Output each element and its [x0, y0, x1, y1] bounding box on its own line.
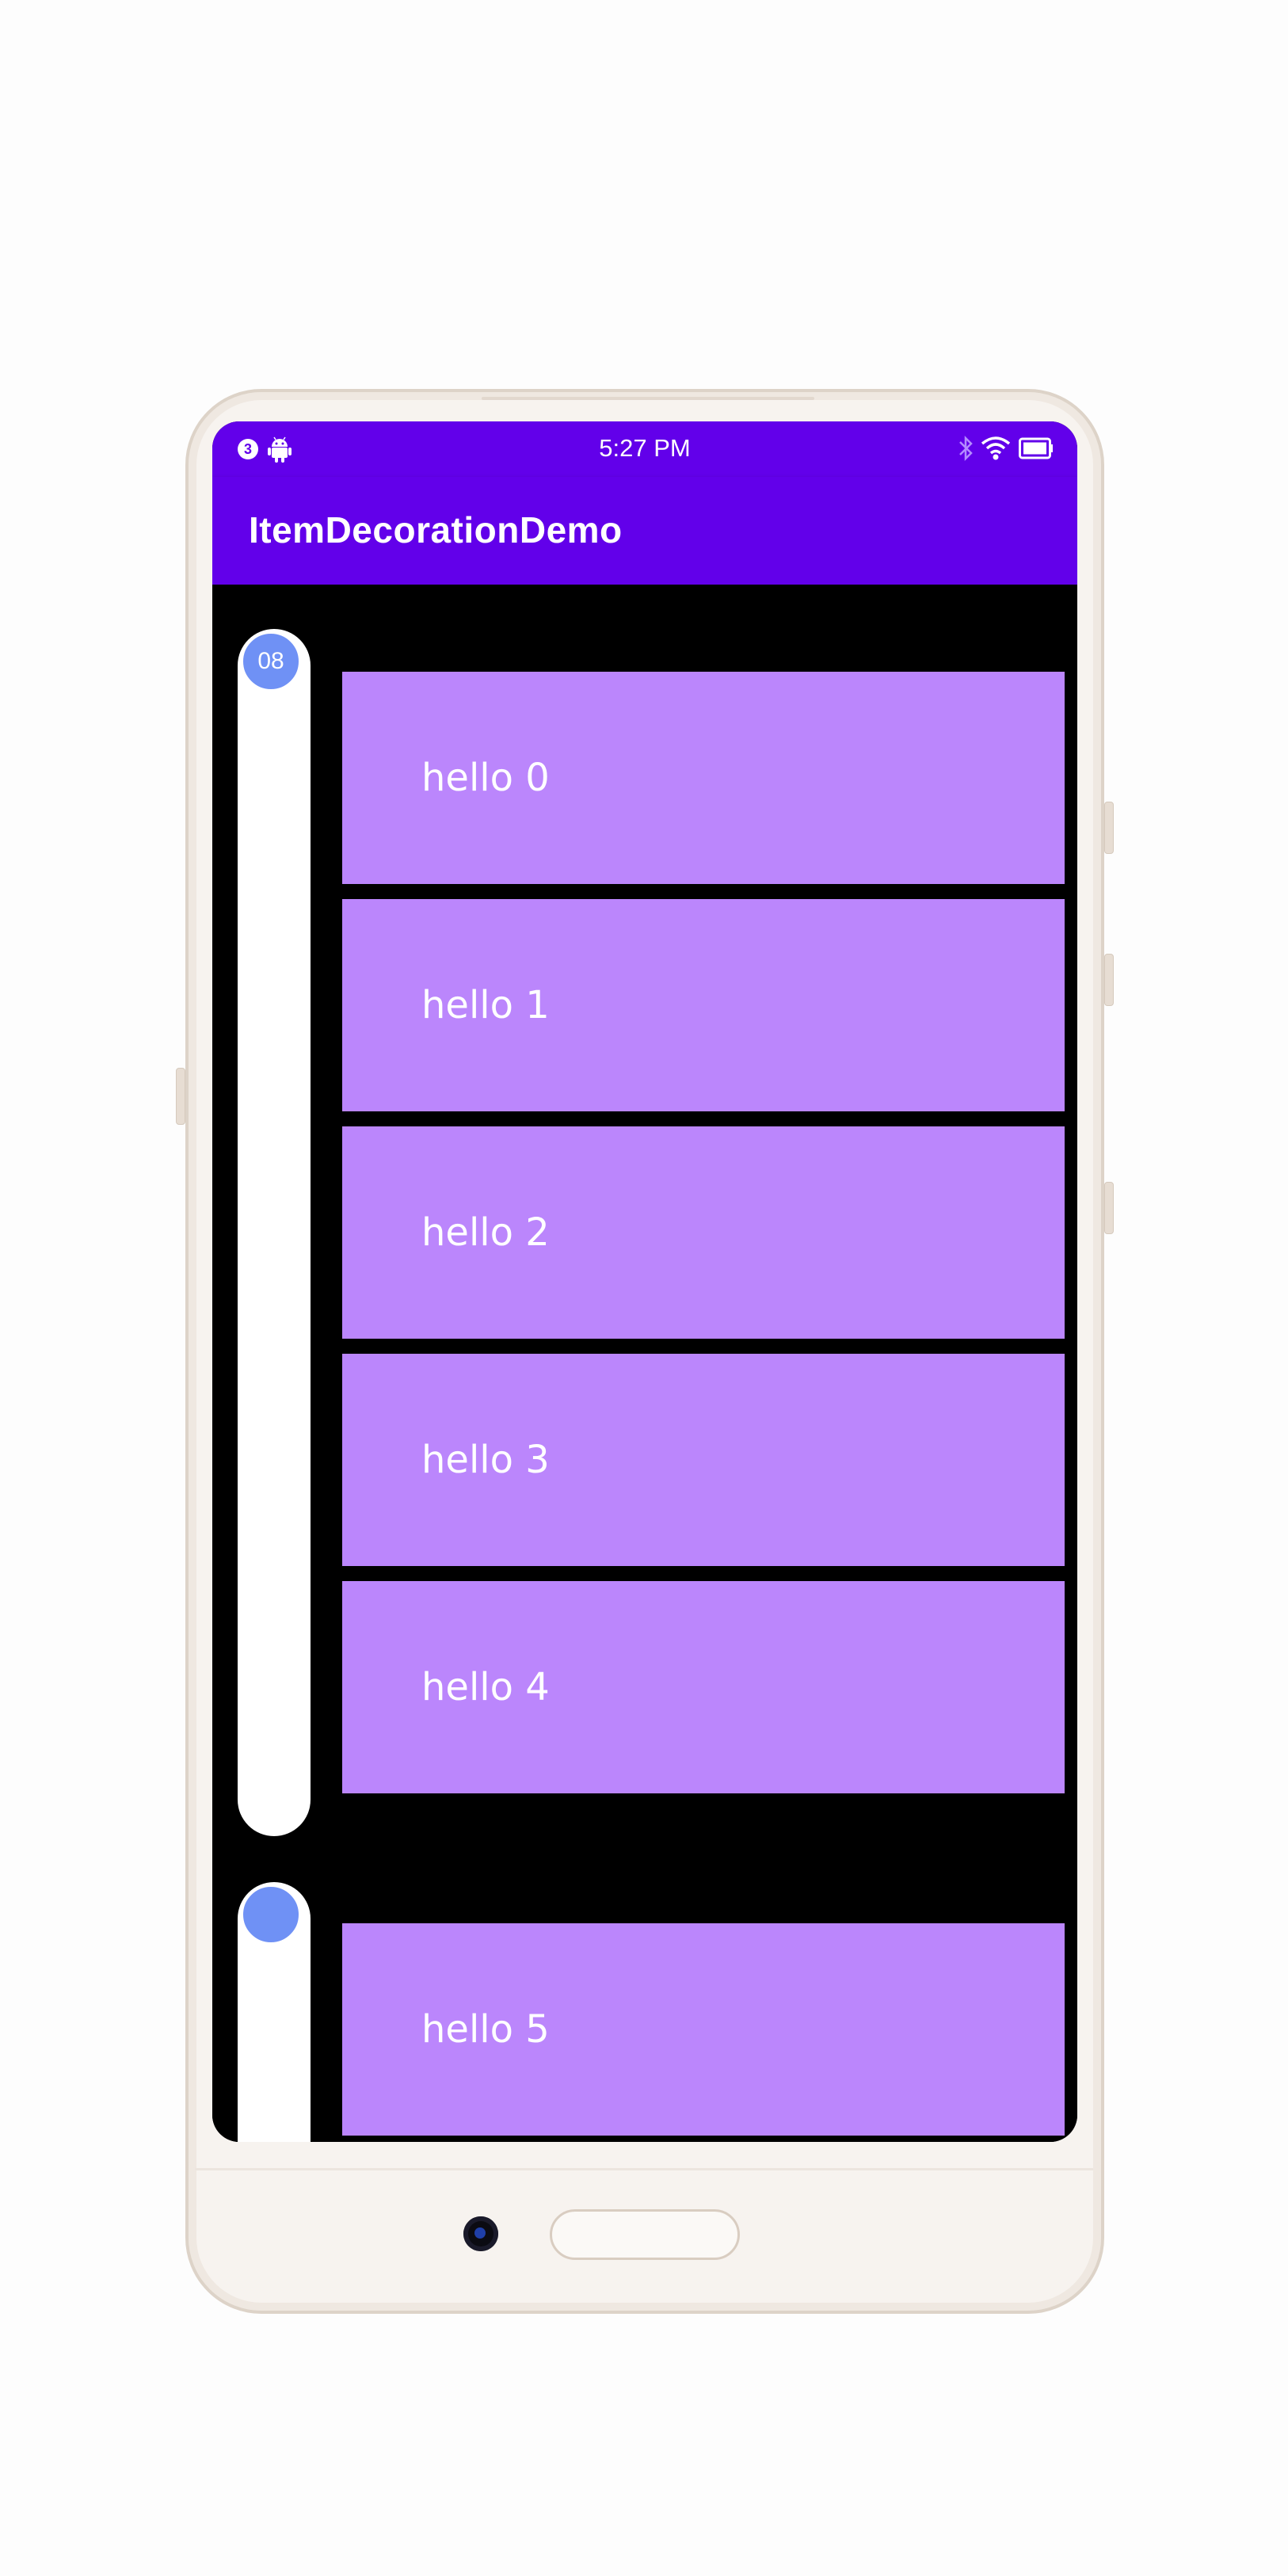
volume-down-button: [1104, 954, 1114, 1006]
device-frame-stage: 3 5:27 PM ItemDecorationDemo 08 hello 0 …: [0, 0, 1288, 2576]
bluetooth-icon: [959, 435, 973, 462]
list-item-label: hello 0: [421, 756, 550, 800]
timeline-dot-group-2: [240, 1884, 302, 1945]
left-side-button: [176, 1068, 185, 1125]
list-item[interactable]: hello 2: [342, 1126, 1065, 1339]
status-time: 5:27 PM: [599, 434, 691, 462]
power-button: [1104, 1182, 1114, 1234]
list-item-label: hello 3: [421, 1438, 550, 1482]
list-item[interactable]: hello 4: [342, 1581, 1065, 1793]
timeline-group-label: 08: [240, 631, 302, 692]
list-item-label: hello 1: [421, 983, 550, 1027]
list-item-label: hello 2: [421, 1210, 550, 1255]
app-title: ItemDecorationDemo: [249, 509, 623, 551]
timeline-track-group-1: [238, 629, 311, 1836]
list-item[interactable]: hello 3: [342, 1354, 1065, 1566]
list-item[interactable]: hello 1: [342, 899, 1065, 1111]
status-bar: 3 5:27 PM: [212, 421, 1077, 477]
device-screen: 3 5:27 PM ItemDecorationDemo 08 hello 0 …: [212, 421, 1077, 2142]
app-toolbar: ItemDecorationDemo: [212, 477, 1077, 585]
list-item-label: hello 5: [421, 2007, 550, 2052]
list-item[interactable]: hello 0: [342, 672, 1065, 884]
list-item[interactable]: hello 5: [342, 1923, 1065, 2136]
home-button[interactable]: [550, 2209, 740, 2260]
volume-up-button: [1104, 802, 1114, 854]
wifi-icon: [981, 436, 1011, 460]
front-camera-icon: [463, 2216, 498, 2251]
phone-earpiece-line: [482, 397, 814, 400]
battery-icon: [1019, 437, 1053, 459]
list-item-label: hello 4: [421, 1665, 550, 1709]
bezel-divider: [195, 2168, 1093, 2170]
recycler-view[interactable]: 08 hello 0 hello 1 hello 2 hello 3 hello…: [212, 585, 1077, 2142]
